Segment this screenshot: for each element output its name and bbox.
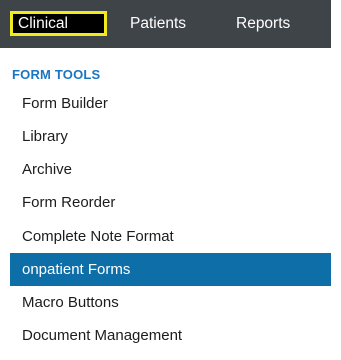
menu-item-document-management[interactable]: Document Management [0,319,331,352]
tab-reports[interactable]: Reports [236,11,290,36]
menu-item-form-reorder[interactable]: Form Reorder [0,186,331,219]
menu-item-archive[interactable]: Archive [0,153,331,186]
menu-item-macro-buttons[interactable]: Macro Buttons [0,286,331,319]
tab-clinical[interactable]: Clinical [10,11,107,36]
top-nav-bar: Clinical Patients Reports [0,0,331,48]
menu-item-form-builder[interactable]: Form Builder [0,87,331,120]
menu-item-complete-note-format[interactable]: Complete Note Format [0,220,331,253]
section-heading-form-tools: FORM TOOLS [12,67,101,82]
menu-item-onpatient-forms[interactable]: onpatient Forms [10,253,331,286]
tab-patients[interactable]: Patients [130,11,186,36]
menu-item-library[interactable]: Library [0,120,331,153]
